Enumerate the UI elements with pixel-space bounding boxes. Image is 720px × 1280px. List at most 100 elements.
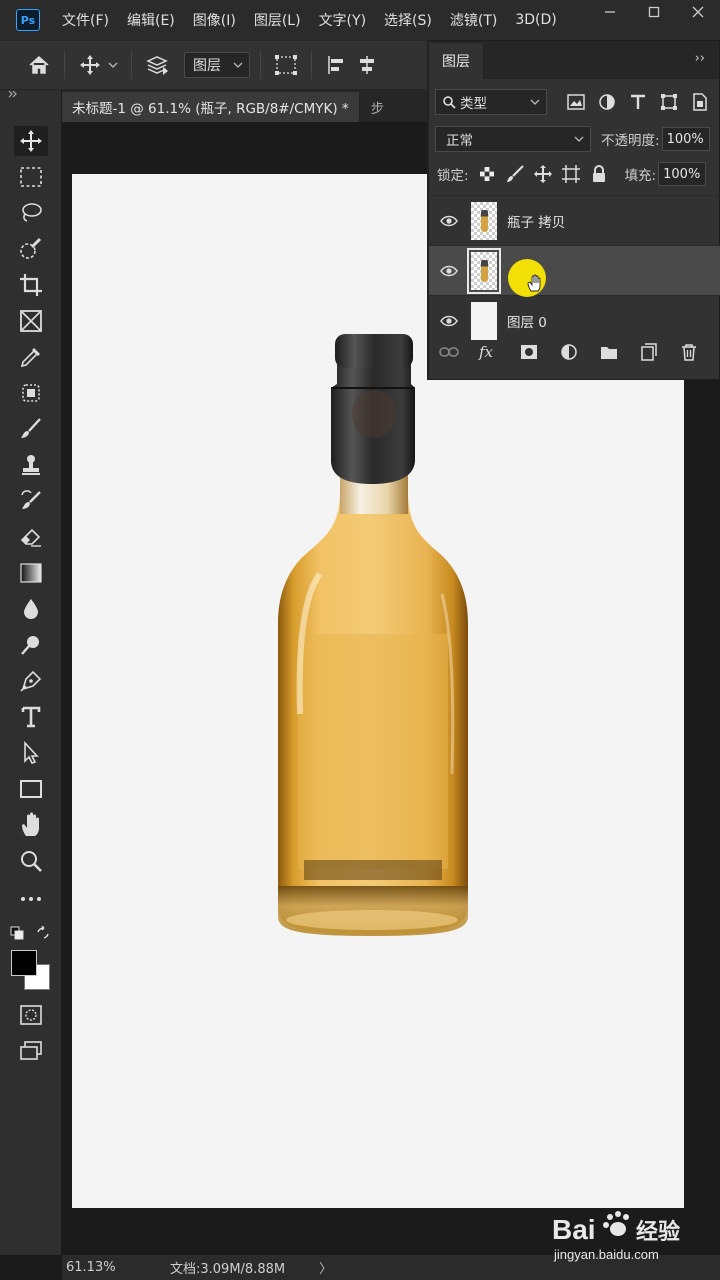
type-tool-icon[interactable] — [14, 702, 48, 732]
status-menu-arrow[interactable]: 〉 — [319, 1258, 332, 1277]
align-left-icon[interactable] — [322, 50, 352, 80]
collapse-panel-icon[interactable]: ›› — [695, 51, 705, 66]
menu-type[interactable]: 文字(Y) — [319, 10, 366, 30]
filter-smart-object-icon[interactable] — [685, 93, 715, 111]
quick-select-tool-icon[interactable] — [14, 234, 48, 264]
hand-tool-icon[interactable] — [14, 810, 48, 840]
document-size: 文档:3.09M/8.88M — [170, 1262, 286, 1277]
blend-mode-dropdown[interactable]: 正常 — [435, 126, 591, 152]
layer-name[interactable]: 图层 0 — [507, 311, 547, 331]
rectangle-tool-icon[interactable] — [14, 774, 48, 804]
menu-3d[interactable]: 3D(D) — [515, 12, 556, 28]
menu-layer[interactable]: 图层(L) — [254, 10, 301, 30]
pen-tool-icon[interactable] — [14, 666, 48, 696]
visibility-eye-icon[interactable] — [429, 315, 469, 327]
zoom-readout[interactable]: 61.13% — [66, 1260, 126, 1275]
new-layer-icon[interactable] — [629, 343, 669, 361]
add-mask-icon[interactable] — [509, 344, 549, 360]
next-document-tab[interactable]: 步 — [371, 92, 385, 122]
auto-select-dropdown[interactable]: 图层 — [184, 52, 250, 78]
lock-transparent-icon[interactable] — [473, 166, 501, 182]
tab-layers[interactable]: 图层 — [429, 43, 483, 79]
swap-colors-icon[interactable] — [36, 925, 50, 944]
paw-icon — [603, 1211, 629, 1236]
eyedropper-tool-icon[interactable] — [14, 342, 48, 372]
menu-file[interactable]: 文件(F) — [62, 10, 109, 30]
visibility-eye-icon[interactable] — [429, 265, 469, 277]
move-tool-icon[interactable] — [14, 126, 48, 156]
clone-stamp-icon[interactable] — [14, 450, 48, 480]
filter-pixel-icon[interactable] — [561, 94, 591, 110]
document-tab[interactable]: 未标题-1 @ 61.1% (瓶子, RGB/8#/CMYK) * — [62, 92, 359, 122]
dodge-tool-icon[interactable] — [14, 630, 48, 660]
path-selection-icon[interactable] — [14, 738, 48, 768]
layer-filter-dropdown[interactable]: 类型 — [435, 89, 547, 115]
divider — [260, 51, 261, 79]
zoom-tool-icon[interactable] — [14, 846, 48, 876]
close-icon[interactable] — [676, 0, 720, 24]
menu-filter[interactable]: 滤镜(T) — [450, 10, 497, 30]
document-tabs: 未标题-1 @ 61.1% (瓶子, RGB/8#/CMYK) * 步 — [62, 90, 428, 122]
divider — [131, 51, 132, 79]
minimize-icon[interactable] — [588, 0, 632, 24]
lock-all-icon[interactable] — [585, 165, 613, 183]
lock-row: 锁定: 填充: 100% — [429, 159, 720, 189]
opacity-field[interactable]: 100% — [661, 127, 710, 151]
maximize-icon[interactable] — [632, 0, 676, 24]
layers-panel-header: 图层 ›› — [429, 41, 719, 79]
menu-image[interactable]: 图像(I) — [193, 10, 236, 30]
fill-field[interactable]: 100% — [658, 162, 707, 186]
search-icon — [443, 96, 456, 109]
new-group-icon[interactable] — [589, 344, 629, 360]
quick-mask-icon[interactable] — [14, 1000, 48, 1030]
document-tab-title: 未标题-1 @ 61.1% (瓶子, RGB/8#/CMYK) * — [72, 101, 349, 117]
lock-pixels-icon[interactable] — [501, 165, 529, 183]
align-center-icon[interactable] — [352, 50, 382, 80]
more-tools-icon[interactable] — [14, 884, 48, 914]
link-layers-icon[interactable] — [429, 346, 469, 358]
layer-row[interactable]: 瓶子 拷贝 — [429, 195, 720, 245]
chevron-down-icon — [233, 62, 243, 68]
lasso-tool-icon[interactable] — [14, 198, 48, 228]
frame-tool-icon[interactable] — [14, 306, 48, 336]
healing-brush-icon[interactable] — [14, 378, 48, 408]
filter-adjustment-icon[interactable] — [592, 93, 622, 111]
collapse-icon[interactable] — [8, 90, 18, 101]
visibility-eye-icon[interactable] — [429, 215, 469, 227]
svg-text:fx: fx — [478, 343, 494, 361]
blur-tool-icon[interactable] — [14, 594, 48, 624]
menu-select[interactable]: 选择(S) — [384, 10, 432, 30]
watermark-brand-cn: 经验 — [636, 1219, 680, 1245]
foreground-color-swatch[interactable] — [11, 950, 37, 976]
crop-tool-icon[interactable] — [14, 270, 48, 300]
eraser-tool-icon[interactable] — [14, 522, 48, 552]
history-brush-icon[interactable] — [14, 486, 48, 516]
menu-edit[interactable]: 编辑(E) — [127, 10, 175, 30]
gradient-tool-icon[interactable] — [14, 558, 48, 588]
move-tool-icon[interactable] — [75, 50, 105, 80]
marquee-tool-icon[interactable] — [14, 162, 48, 192]
hand-cursor-icon — [527, 274, 543, 292]
screen-mode-icon[interactable] — [14, 1036, 48, 1066]
layer-filter-row: 类型 — [429, 85, 720, 119]
divider — [311, 51, 312, 79]
delete-layer-icon[interactable] — [669, 343, 709, 361]
lock-artboard-icon[interactable] — [557, 165, 585, 183]
baidu-watermark: Bai 经验 jingyan.baidu.com — [550, 1205, 720, 1265]
layer-name[interactable]: 瓶子 拷贝 — [507, 211, 565, 231]
layers-panel: 图层 ›› 类型 正常 不透明度: 100% 锁定: 填充: 100% 瓶子 拷… — [427, 40, 720, 380]
lock-position-icon[interactable] — [529, 165, 557, 183]
layer-row-selected[interactable] — [429, 245, 720, 295]
filter-shape-icon[interactable] — [654, 93, 684, 111]
chevron-down-icon[interactable] — [105, 50, 121, 80]
filter-type-icon[interactable] — [623, 94, 653, 110]
fx-icon[interactable]: fx — [469, 343, 509, 361]
layer-thumbnail — [471, 301, 497, 340]
default-colors-icon[interactable] — [10, 926, 24, 944]
transform-controls-icon[interactable] — [271, 50, 301, 80]
menu-bar: Ps 文件(F) 编辑(E) 图像(I) 图层(L) 文字(Y) 选择(S) 滤… — [0, 0, 720, 40]
brush-tool-icon[interactable] — [14, 414, 48, 444]
auto-select-layers-icon[interactable] — [142, 50, 172, 80]
adjustment-layer-icon[interactable] — [549, 343, 589, 361]
home-icon[interactable] — [24, 50, 54, 80]
